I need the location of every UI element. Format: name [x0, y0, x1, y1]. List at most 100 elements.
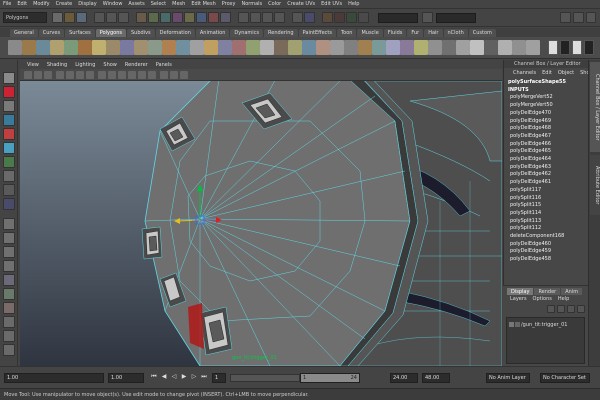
- history-node[interactable]: polyDelEdge470: [508, 110, 588, 118]
- render-frame-icon[interactable]: [334, 12, 345, 23]
- playback-start-field[interactable]: 1.00: [108, 373, 144, 383]
- step-back-icon[interactable]: ◀: [160, 373, 168, 381]
- select-by-deform-icon[interactable]: [184, 12, 195, 23]
- ipr-render-icon[interactable]: [346, 12, 357, 23]
- tab-channel-box[interactable]: Channel Box / Layer Editor: [590, 62, 600, 152]
- menu-set-dropdown[interactable]: Polygons: [3, 12, 47, 23]
- shelf-tab-polygons[interactable]: Polygons: [95, 29, 126, 37]
- smooth-icon[interactable]: [232, 40, 246, 55]
- separate-icon[interactable]: [190, 40, 204, 55]
- layout-script-icon[interactable]: [3, 330, 15, 342]
- history-node[interactable]: polyDelEdge463: [508, 164, 588, 172]
- menu-item-edit[interactable]: Edit: [14, 1, 30, 7]
- checker-icon[interactable]: [572, 40, 582, 55]
- history-node[interactable]: polyDelEdge469: [508, 118, 588, 126]
- panel-menu-lighting[interactable]: Lighting: [71, 62, 99, 68]
- poly-prism-icon[interactable]: [92, 40, 106, 55]
- checker-icon[interactable]: [584, 40, 594, 55]
- layout-side-icon[interactable]: [3, 246, 15, 258]
- shelf-tab-toon[interactable]: Toon: [336, 29, 357, 37]
- extract-icon[interactable]: [204, 40, 218, 55]
- soccer-ball-icon[interactable]: [148, 40, 162, 55]
- history-node[interactable]: polyDelEdge461: [508, 179, 588, 187]
- layer-tab-render[interactable]: Render: [534, 288, 561, 295]
- show-manip-icon[interactable]: [3, 184, 15, 196]
- smooth-shade-icon[interactable]: [108, 71, 116, 79]
- open-scene-icon[interactable]: [64, 12, 75, 23]
- scale-tool-icon[interactable]: [3, 142, 15, 154]
- x-ray-joints-icon[interactable]: [180, 71, 188, 79]
- panel-menu-panels[interactable]: Panels: [152, 62, 176, 68]
- layout-hypershade-icon[interactable]: [3, 302, 15, 314]
- shelf-tab-hair[interactable]: Hair: [424, 29, 443, 37]
- history-node[interactable]: polySplit117: [508, 187, 588, 195]
- history-node[interactable]: polyDelEdge458: [508, 256, 588, 264]
- layer-tab-display[interactable]: Display: [507, 288, 534, 295]
- rename-icon[interactable]: [422, 12, 433, 23]
- poly-cone-icon[interactable]: [50, 40, 64, 55]
- go-to-start-icon[interactable]: ⏮: [150, 373, 158, 381]
- menu-item-modify[interactable]: Modify: [30, 1, 53, 7]
- shelf-tab-general[interactable]: General: [10, 29, 38, 37]
- soft-mod-icon[interactable]: [3, 170, 15, 182]
- reduce-icon[interactable]: [288, 40, 302, 55]
- channel-box-menu-object[interactable]: Object: [555, 70, 577, 76]
- range-slider-track[interactable]: [230, 374, 300, 382]
- poly-plane-icon[interactable]: [64, 40, 78, 55]
- last-tool-icon[interactable]: [3, 198, 15, 210]
- sculpt-icon[interactable]: [414, 40, 428, 55]
- paint-select-tool-icon[interactable]: [3, 100, 15, 112]
- checker-icon[interactable]: [548, 40, 558, 55]
- select-hierarchy-icon[interactable]: [94, 12, 105, 23]
- collapse-icon[interactable]: [470, 40, 484, 55]
- extrude-icon[interactable]: [330, 40, 344, 55]
- average-icon[interactable]: [246, 40, 260, 55]
- select-object-icon[interactable]: [106, 12, 117, 23]
- shelf-tab-fluids[interactable]: Fluids: [383, 29, 407, 37]
- shelf-tab-rendering[interactable]: Rendering: [264, 29, 298, 37]
- history-node[interactable]: polySplit116: [508, 195, 588, 203]
- shelf-tab-fur[interactable]: Fur: [407, 29, 424, 37]
- poly-cube-icon[interactable]: [22, 40, 36, 55]
- offset-edge-loop-icon[interactable]: [400, 40, 414, 55]
- spherical-uv-icon[interactable]: [512, 40, 526, 55]
- menu-item-edit-uvs[interactable]: Edit UVs: [318, 1, 345, 7]
- playback-end-field[interactable]: 24.00: [390, 373, 418, 383]
- layer-visibility-toggle[interactable]: [509, 322, 514, 327]
- history-node[interactable]: polyMergeVert52: [508, 94, 588, 102]
- bevel-icon[interactable]: [428, 40, 442, 55]
- layout-outliner-icon[interactable]: [3, 274, 15, 286]
- menu-item-create[interactable]: Create: [53, 1, 76, 7]
- history-icon[interactable]: [292, 12, 303, 23]
- use-all-lights-icon[interactable]: [138, 71, 146, 79]
- history-node[interactable]: polyDelEdge459: [508, 248, 588, 256]
- history-node[interactable]: polyDelEdge460: [508, 241, 588, 249]
- fill-hole-icon[interactable]: [274, 40, 288, 55]
- automatic-uv-icon[interactable]: [526, 40, 540, 55]
- menu-item-color[interactable]: Color: [265, 1, 284, 7]
- menu-item-mesh[interactable]: Mesh: [169, 1, 188, 7]
- history-node[interactable]: polySplit115: [508, 202, 588, 210]
- append-icon[interactable]: [358, 40, 372, 55]
- layout-single-icon[interactable]: [3, 218, 15, 230]
- universal-manip-icon[interactable]: [3, 156, 15, 168]
- image-plane-icon[interactable]: [56, 71, 64, 79]
- save-scene-icon[interactable]: [76, 12, 87, 23]
- menu-item-normals[interactable]: Normals: [238, 1, 265, 7]
- lasso-tool-icon[interactable]: [3, 86, 15, 98]
- layout-four-icon[interactable]: [3, 232, 15, 244]
- combine-icon[interactable]: [176, 40, 190, 55]
- select-by-curve-icon[interactable]: [160, 12, 171, 23]
- menu-item-create-uvs[interactable]: Create UVs: [284, 1, 318, 7]
- layout-custom-icon[interactable]: [3, 344, 15, 356]
- shelf-tab-custom[interactable]: Custom: [468, 29, 496, 37]
- render-view-icon[interactable]: [322, 12, 333, 23]
- shadows-icon[interactable]: [148, 71, 156, 79]
- checker-icon[interactable]: [560, 40, 570, 55]
- mirror-icon[interactable]: [260, 40, 274, 55]
- select-by-handle-icon[interactable]: [136, 12, 147, 23]
- planar-uv-icon[interactable]: [484, 40, 498, 55]
- history-node[interactable]: polySplit112: [508, 225, 588, 233]
- snap-to-plane-icon[interactable]: [274, 12, 285, 23]
- poly-helix-icon[interactable]: [134, 40, 148, 55]
